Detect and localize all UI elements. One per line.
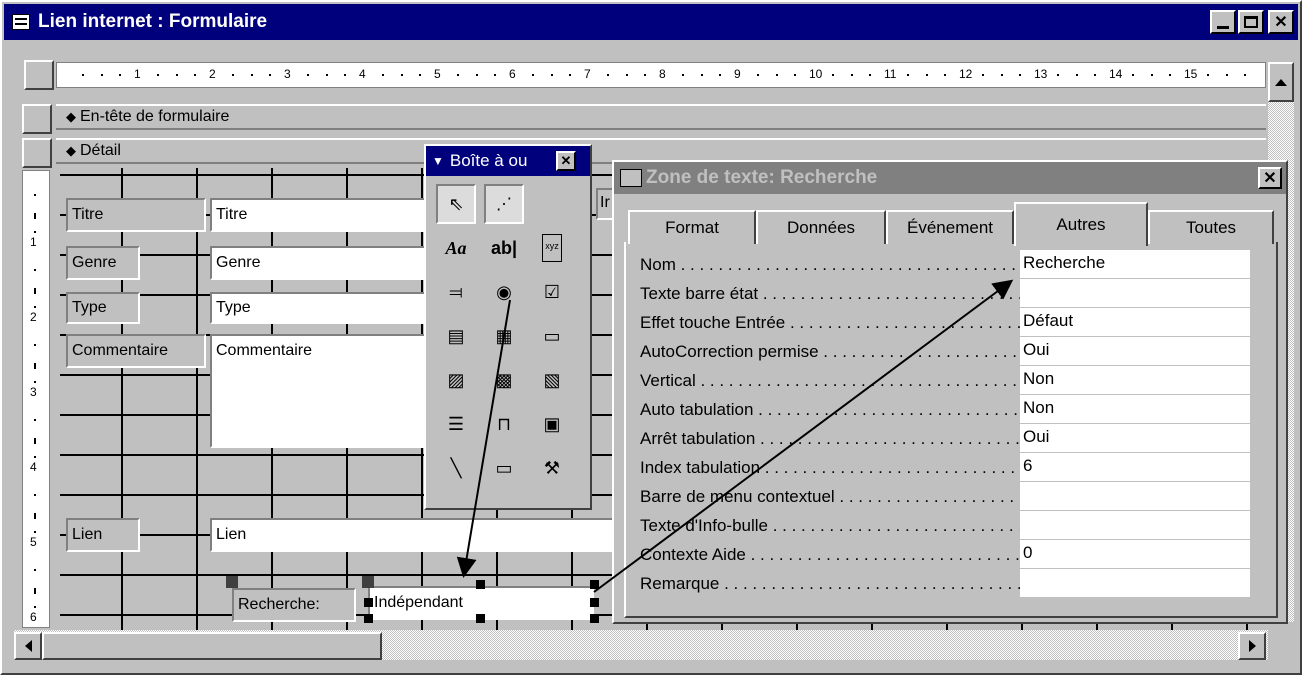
annotation-arrows bbox=[456, 279, 1014, 593]
tab-autres[interactable]: Autres bbox=[1014, 202, 1148, 246]
arrow-field-to-property bbox=[593, 279, 1014, 593]
arrow-toolbox-to-field bbox=[456, 299, 511, 578]
tab-autres-label: Autres bbox=[1056, 215, 1106, 234]
